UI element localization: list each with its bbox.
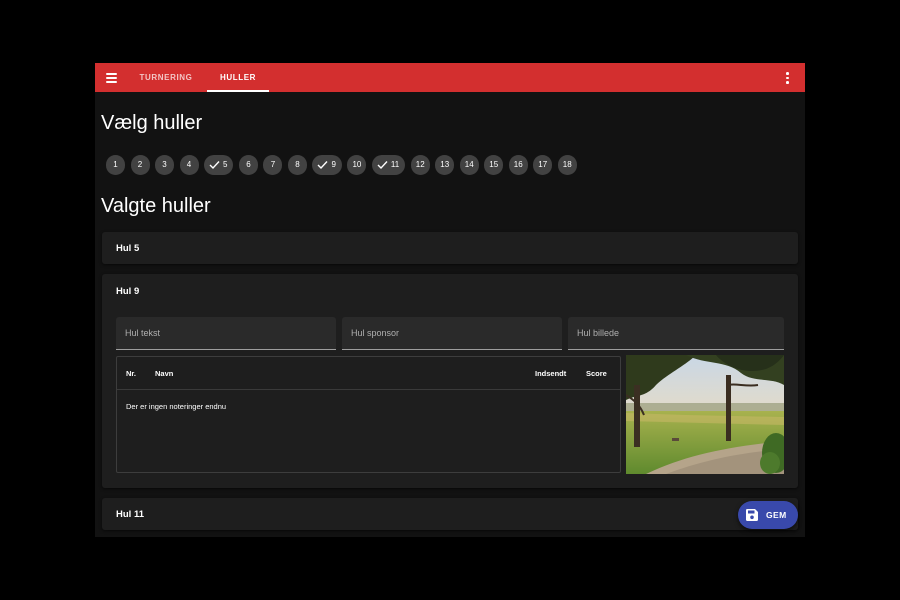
hole-chip-5[interactable]: 5 xyxy=(204,155,234,175)
hole-chip-13[interactable]: 13 xyxy=(435,155,455,175)
hole-chip-label: 4 xyxy=(186,160,192,169)
hole-chip-label: 3 xyxy=(162,160,167,169)
scores-table: Nr. Navn Indsendt Score Der er ingen not… xyxy=(116,356,621,473)
panel-title: Hul 11 xyxy=(116,509,144,520)
hole-chip-label: 2 xyxy=(137,160,143,169)
hole-chip-label: 13 xyxy=(440,160,450,169)
hole-chip-14[interactable]: 14 xyxy=(459,155,479,175)
hole-chip-label: 9 xyxy=(331,160,336,169)
panel-hul-5[interactable]: Hul 5 xyxy=(102,232,798,264)
save-button-label: GEM xyxy=(766,510,787,520)
check-icon xyxy=(209,161,220,170)
hole-chip-7[interactable]: 7 xyxy=(263,155,283,175)
more-vert-icon[interactable] xyxy=(781,71,793,85)
hole-chip-label: 5 xyxy=(223,160,228,169)
tab-huller-label: HULLER xyxy=(219,73,257,82)
selected-holes-heading: Valgte huller xyxy=(101,195,211,217)
hole-chip-label: 16 xyxy=(513,160,523,169)
hole-chip-17[interactable]: 17 xyxy=(533,155,553,175)
hole-chip-label: 6 xyxy=(246,160,251,169)
column-header-score[interactable]: Score xyxy=(586,369,607,378)
hole-chip-label: 7 xyxy=(270,160,276,169)
check-icon xyxy=(377,161,388,170)
hole-chip-3[interactable]: 3 xyxy=(155,155,174,175)
top-app-bar: TURNERING HULLER xyxy=(95,63,805,92)
hole-sponsor-placeholder: Hul sponsor xyxy=(351,328,400,338)
hole-sponsor-field[interactable]: Hul sponsor xyxy=(342,317,562,350)
save-icon xyxy=(746,509,758,521)
hole-chip-12[interactable]: 12 xyxy=(410,155,430,175)
column-header-navn[interactable]: Navn xyxy=(155,369,173,378)
column-header-nr[interactable]: Nr. xyxy=(126,369,136,378)
hole-chip-18[interactable]: 18 xyxy=(557,155,577,175)
save-button[interactable]: GEM xyxy=(738,501,798,529)
hole-text-placeholder: Hul tekst xyxy=(125,328,161,338)
empty-table-message: Der er ingen noteringer endnu xyxy=(126,402,227,411)
table-divider xyxy=(117,389,620,390)
app-window: TURNERING HULLER Vælg huller 1 2 3 4 5 6 7 8 9 10… xyxy=(95,63,805,537)
hole-chip-16[interactable]: 16 xyxy=(508,155,528,175)
hole-chip-2[interactable]: 2 xyxy=(130,155,150,175)
hole-image-placeholder: Hul billede xyxy=(577,328,620,338)
hole-chip-8[interactable]: 8 xyxy=(287,155,307,175)
panel-title: Hul 9 xyxy=(116,286,140,297)
tab-turnering[interactable]: TURNERING xyxy=(131,63,201,92)
hole-chip-label: 11 xyxy=(390,160,400,169)
check-icon xyxy=(317,161,328,170)
hole-chip-label: 15 xyxy=(489,160,499,169)
panel-title: Hul 5 xyxy=(116,243,140,254)
menu-icon[interactable] xyxy=(104,70,120,85)
tab-huller[interactable]: HULLER xyxy=(207,63,269,92)
hole-chip-15[interactable]: 15 xyxy=(484,155,504,175)
hole-chip-9[interactable]: 9 xyxy=(312,155,342,175)
hole-image-field[interactable]: Hul billede xyxy=(568,317,784,350)
hole-chip-4[interactable]: 4 xyxy=(179,155,199,175)
hole-chip-label: 18 xyxy=(562,160,572,169)
hole-chip-label: 17 xyxy=(538,160,548,169)
hole-chip-label: 1 xyxy=(113,160,118,169)
hole-chip-label: 14 xyxy=(464,160,474,169)
hole-text-field[interactable]: Hul tekst xyxy=(116,317,336,350)
hole-chip-1[interactable]: 1 xyxy=(106,155,125,175)
hole-chip-10[interactable]: 10 xyxy=(347,155,367,175)
active-tab-indicator xyxy=(207,90,269,92)
hole-photo xyxy=(626,355,784,474)
panel-hul-9[interactable]: Hul 9 Hul tekst Hul sponsor Hul billede … xyxy=(102,274,798,488)
select-holes-heading: Vælg huller xyxy=(101,112,203,134)
hole-chip-11[interactable]: 11 xyxy=(371,155,406,175)
hole-chip-label: 8 xyxy=(295,160,300,169)
hole-chip-group: 1 2 3 4 5 6 7 8 9 10 11 12 13 14 15 16 17 18 xyxy=(106,155,582,175)
panel-hul-11[interactable]: Hul 11 xyxy=(102,498,798,530)
column-header-indsendt[interactable]: Indsendt xyxy=(535,369,566,378)
hole-chip-label: 12 xyxy=(415,160,425,169)
hole-chip-6[interactable]: 6 xyxy=(238,155,258,175)
hole-chip-label: 10 xyxy=(352,160,362,169)
